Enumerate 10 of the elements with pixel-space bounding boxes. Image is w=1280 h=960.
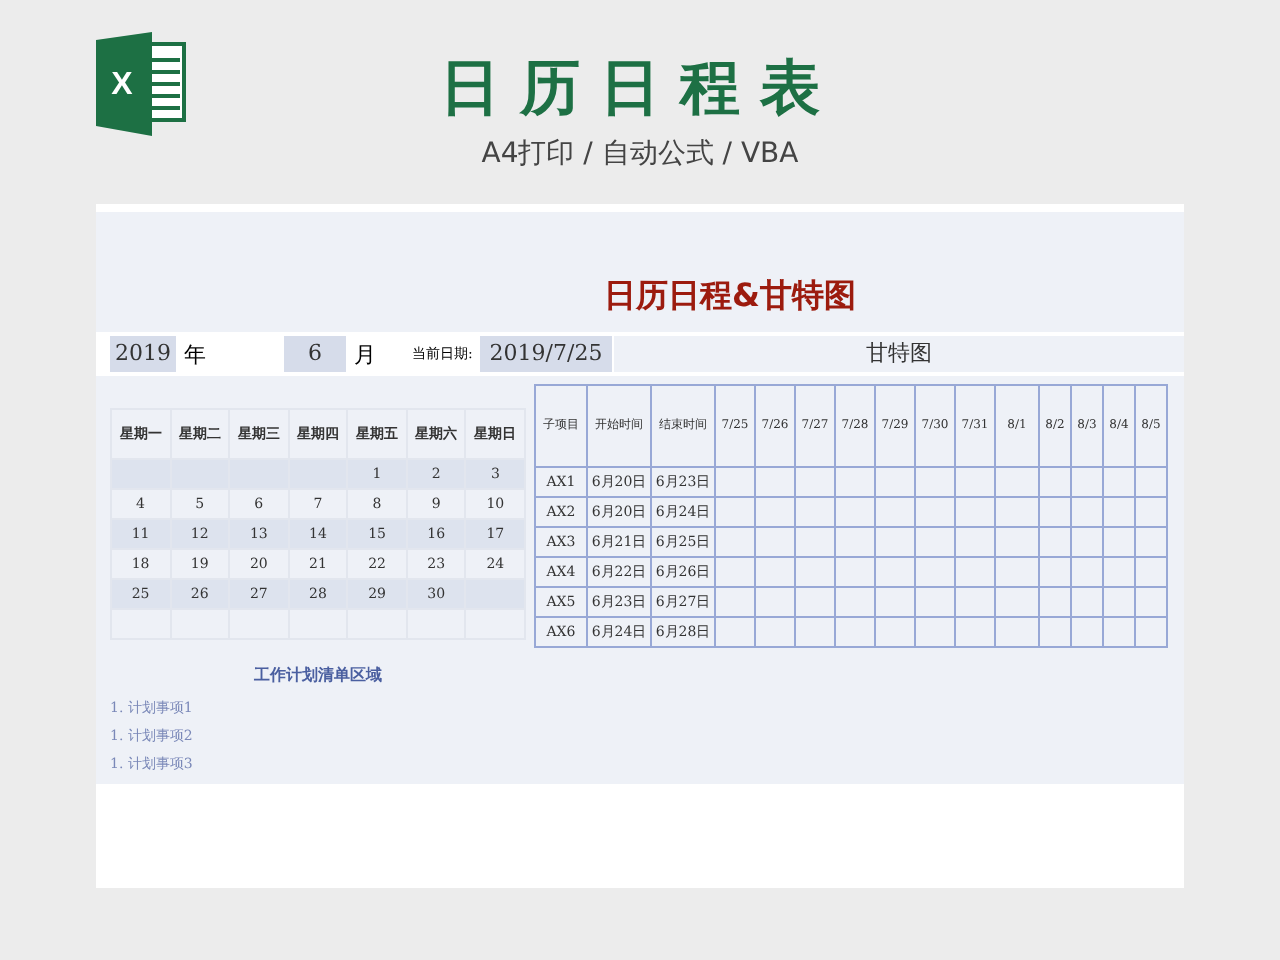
today-field: 2019/7/25 [480, 336, 612, 372]
page-title: 日历日程表 [440, 52, 840, 128]
year-label: 年 [182, 339, 208, 369]
gantt-title: 甘特图 [614, 336, 1184, 372]
month-label: 月 [352, 339, 378, 369]
month-field: 6 [284, 336, 346, 372]
banner-title: 日历日程&甘特图 [602, 274, 858, 318]
plan-title: 工作计划清单区域 [252, 664, 384, 686]
year-field: 2019 [110, 336, 176, 372]
page-subtitle: A4打印 / 自动公式 / VBA [479, 136, 801, 172]
